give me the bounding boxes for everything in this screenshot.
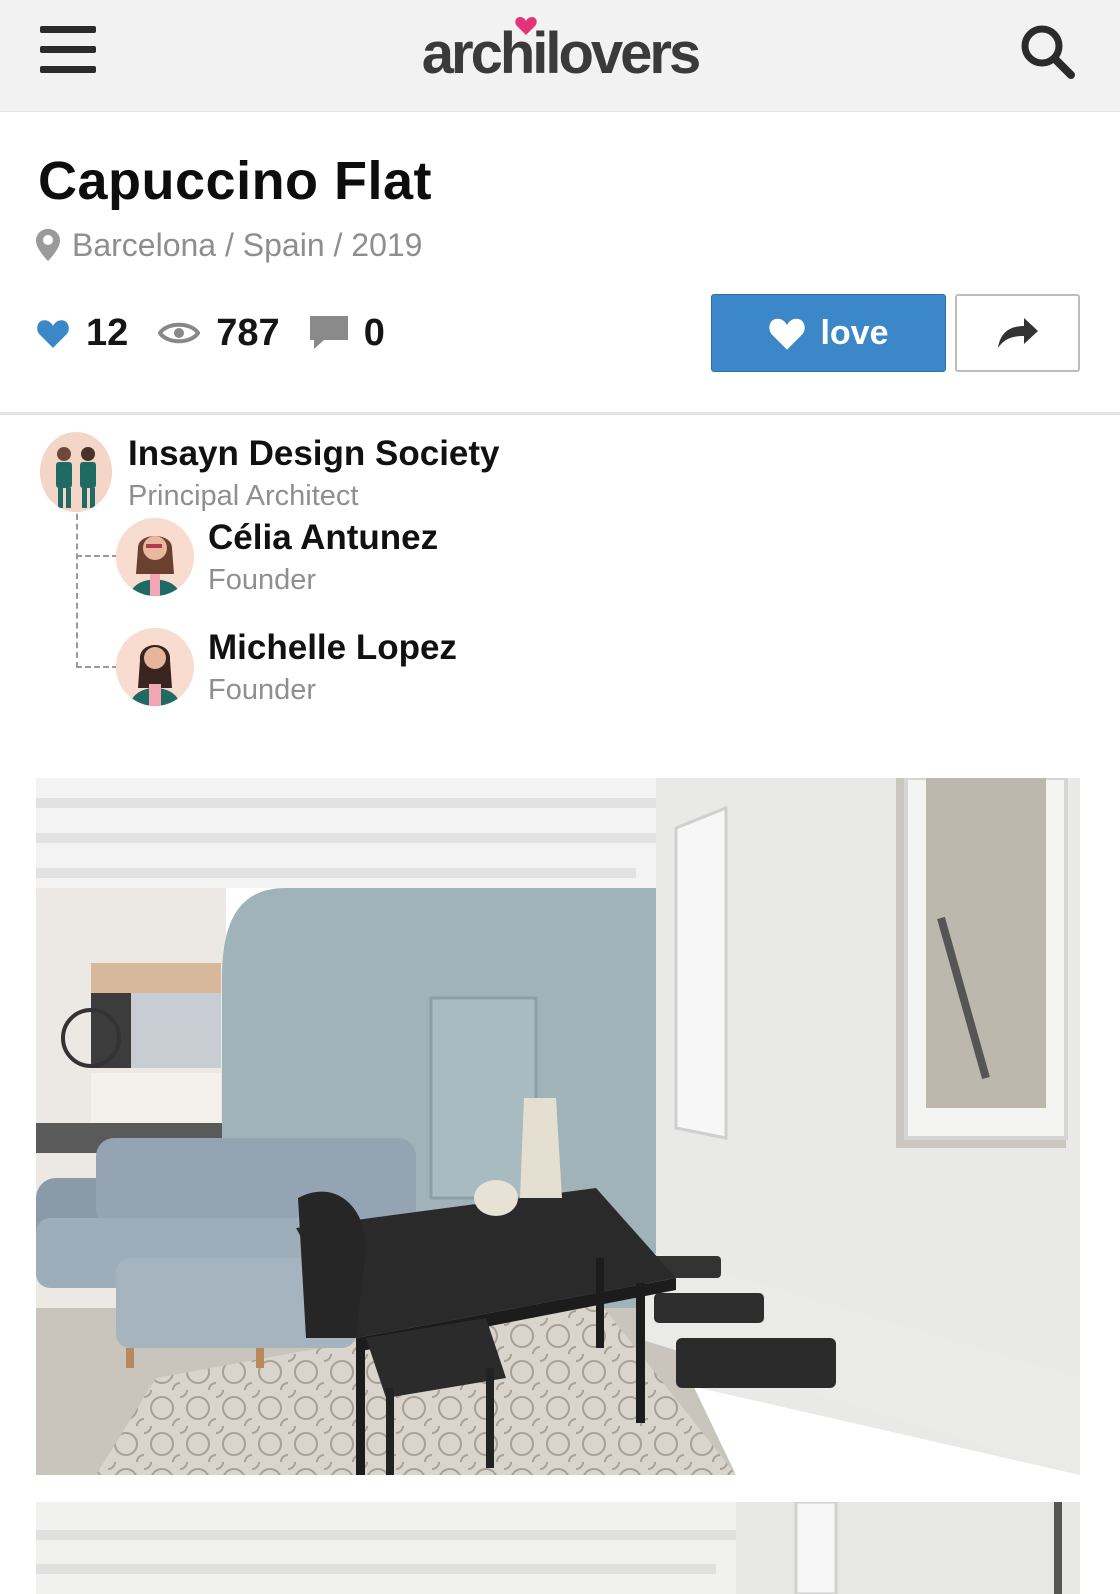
studio-avatar[interactable] [40, 432, 112, 512]
comment-icon [309, 316, 348, 349]
member-name[interactable]: Célia Antunez [208, 518, 438, 558]
project-photo[interactable] [36, 778, 1080, 1475]
member-role: Founder [208, 564, 317, 596]
heart-icon [769, 318, 806, 350]
top-navigation-bar: archilovers [0, 0, 1120, 112]
site-logo[interactable]: archilovers [0, 20, 1120, 87]
studio-role: Principal Architect [128, 480, 359, 512]
member-avatar[interactable] [116, 518, 194, 596]
project-photo[interactable] [36, 1502, 1080, 1594]
heart-icon [37, 320, 69, 348]
team-tree-connector [76, 504, 78, 668]
eye-icon [158, 322, 201, 344]
share-button[interactable] [955, 294, 1080, 372]
search-icon[interactable] [1018, 22, 1076, 80]
location-pin-icon [36, 229, 60, 261]
studio-name[interactable]: Insayn Design Society [128, 434, 500, 474]
love-button[interactable]: love [711, 294, 946, 372]
project-stats: 12 787 0 [36, 308, 385, 358]
location-text: Barcelona / Spain / 2019 [72, 226, 423, 263]
section-divider [0, 412, 1120, 415]
likes-stat: 12 [36, 312, 128, 355]
logo-heart-icon [515, 17, 537, 35]
member-avatar[interactable] [116, 628, 194, 706]
share-arrow-icon [997, 318, 1038, 348]
member-name[interactable]: Michelle Lopez [208, 628, 457, 668]
project-title: Capuccino Flat [38, 151, 433, 211]
team-tree-branch [76, 555, 118, 557]
likes-count: 12 [86, 311, 129, 354]
comments-stat: 0 [309, 311, 385, 355]
views-stat: 787 [158, 311, 280, 355]
love-button-label: love [820, 313, 889, 352]
member-role: Founder [208, 674, 317, 706]
project-location: Barcelona / Spain / 2019 [36, 225, 422, 265]
team-tree-branch [76, 666, 118, 668]
comments-count: 0 [363, 311, 385, 354]
views-count: 787 [216, 311, 280, 354]
